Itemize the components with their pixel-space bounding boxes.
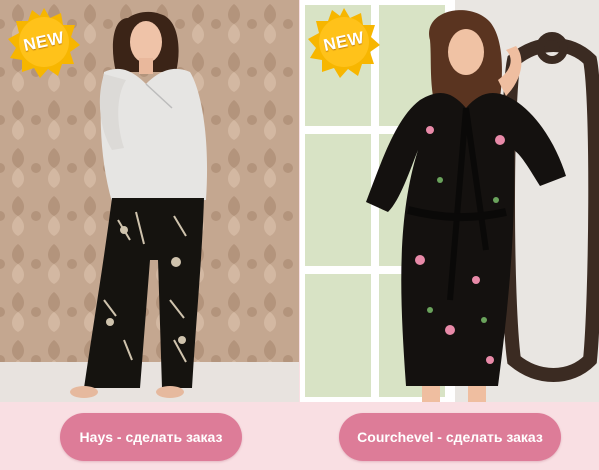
order-button-courchevel[interactable]: Courchevel - сделать заказ: [339, 413, 561, 461]
product-card-hays: NEW Hays - сделать заказ: [0, 0, 299, 470]
product-image-courchevel[interactable]: NEW: [300, 0, 599, 402]
new-badge: NEW: [8, 6, 80, 78]
new-badge-label: NEW: [321, 27, 366, 56]
order-button-hays[interactable]: Hays - сделать заказ: [60, 413, 242, 461]
product-card-courchevel: NEW Courchevel - сделать заказ: [300, 0, 599, 470]
new-badge: NEW: [308, 6, 380, 78]
new-badge-label: NEW: [21, 27, 66, 56]
product-image-hays[interactable]: NEW: [0, 0, 299, 402]
